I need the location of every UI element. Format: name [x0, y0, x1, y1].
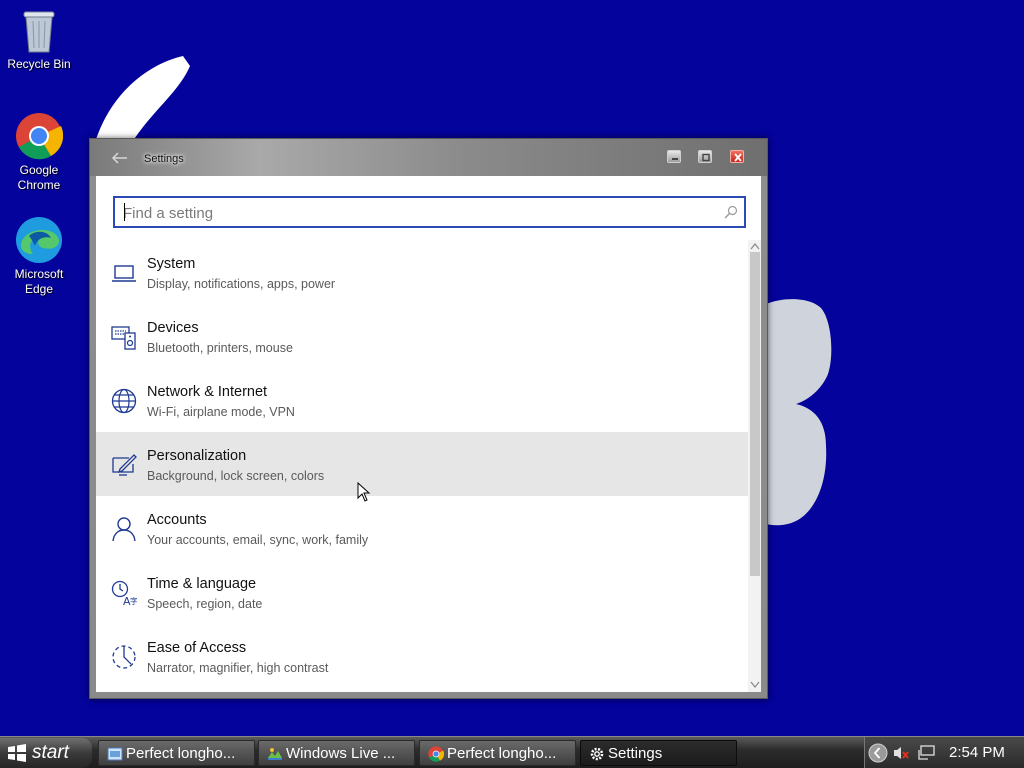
chrome-icon: [428, 746, 444, 762]
category-name: System: [147, 256, 196, 272]
personalization-icon: [112, 454, 137, 476]
category-description: Narrator, magnifier, high contrast: [147, 661, 329, 675]
category-name: Time & language: [147, 576, 257, 592]
search-box[interactable]: [113, 196, 746, 228]
taskbar-button-label: Perfect longho...: [126, 745, 236, 762]
taskbar-button-windows-live[interactable]: Windows Live ...: [258, 740, 415, 766]
edge-icon: [16, 217, 62, 263]
taskbar-button-label: Settings: [608, 745, 663, 762]
text-caret: [124, 203, 125, 221]
minimize-button[interactable]: [667, 150, 681, 163]
back-arrow-icon[interactable]: [110, 150, 128, 166]
globe-icon: [111, 388, 137, 414]
close-button[interactable]: [730, 150, 744, 163]
taskbar-button-label: Perfect longho...: [447, 745, 557, 762]
laptop-icon: [112, 265, 136, 282]
person-icon: [112, 517, 136, 542]
category-description: Display, notifications, apps, power: [147, 277, 336, 291]
desktop-icon-label: Microsoft Edge: [14, 267, 64, 296]
volume-muted-icon[interactable]: [893, 745, 911, 761]
scrollbar-thumb[interactable]: [750, 252, 760, 576]
category-system[interactable]: System Display, notifications, apps, pow…: [96, 240, 748, 304]
start-button[interactable]: start: [0, 738, 92, 768]
search-icon[interactable]: [724, 205, 738, 219]
category-description: Wi-Fi, airplane mode, VPN: [147, 405, 295, 419]
ease-of-access-icon: [112, 645, 136, 669]
minimize-icon: [672, 158, 678, 160]
taskbar-button-perfect-longhorn-2[interactable]: Perfect longho...: [419, 740, 576, 766]
maximize-button[interactable]: [698, 150, 712, 163]
taskbar: start Perfect longho... Windows Live ...…: [0, 736, 1024, 768]
category-description: Your accounts, email, sync, work, family: [147, 533, 369, 547]
settings-category-list: System Display, notifications, apps, pow…: [96, 240, 748, 688]
chevron-left-icon[interactable]: [868, 743, 888, 763]
category-description: Bluetooth, printers, mouse: [147, 341, 293, 355]
scroll-up-arrow-icon[interactable]: [750, 242, 760, 250]
desktop-icon-microsoft-edge[interactable]: Microsoft Edge: [2, 216, 76, 297]
clock[interactable]: 2:54 PM: [949, 744, 1005, 761]
search-input[interactable]: [123, 203, 713, 223]
category-description: Background, lock screen, colors: [147, 469, 325, 483]
desktop-icon-google-chrome[interactable]: Google Chrome: [2, 112, 76, 193]
mouse-cursor-icon: [357, 482, 371, 502]
settings-content: System Display, notifications, apps, pow…: [96, 176, 761, 692]
desktop-icon-recycle-bin[interactable]: Recycle Bin: [2, 6, 76, 72]
gear-icon: [590, 747, 604, 761]
taskbar-button-perfect-longhorn-1[interactable]: Perfect longho...: [98, 740, 255, 766]
category-accounts[interactable]: Accounts Your accounts, email, sync, wor…: [96, 496, 748, 560]
network-icon[interactable]: [918, 745, 936, 761]
time-language-icon: A 字: [111, 580, 137, 606]
taskbar-button-label: Windows Live ...: [286, 745, 396, 762]
taskbar-button-settings[interactable]: Settings: [580, 740, 737, 766]
category-name: Network & Internet: [147, 384, 268, 400]
category-network-internet[interactable]: Network & Internet Wi-Fi, airplane mode,…: [96, 368, 748, 432]
photo-gallery-icon: [268, 748, 282, 760]
start-label: start: [32, 742, 69, 763]
category-devices[interactable]: Devices Bluetooth, printers, mouse: [96, 304, 748, 368]
chrome-icon: [16, 113, 63, 160]
category-ease-of-access[interactable]: Ease of Access Narrator, magnifier, high…: [96, 624, 748, 688]
category-personalization[interactable]: Personalization Background, lock screen,…: [96, 432, 748, 496]
windows-logo-icon: [8, 744, 26, 762]
document-icon: [107, 747, 123, 761]
category-name: Ease of Access: [147, 640, 247, 656]
scroll-down-arrow-icon[interactable]: [750, 681, 760, 689]
category-name: Devices: [147, 320, 199, 336]
recycle-bin-icon: [23, 11, 55, 53]
title-bar[interactable]: Settings: [90, 139, 767, 176]
window-title: Settings: [144, 153, 184, 165]
svg-text:字: 字: [130, 596, 137, 606]
category-description: Speech, region, date: [147, 597, 263, 611]
system-tray: 2:54 PM: [864, 737, 1024, 768]
desktop-icon-label: Recycle Bin: [7, 57, 71, 71]
desktop-icon-label: Google Chrome: [17, 163, 61, 192]
category-name: Accounts: [147, 512, 207, 528]
close-icon: [734, 153, 742, 162]
settings-window: Settings System: [89, 138, 768, 699]
category-time-language[interactable]: A 字 Time & language Speech, region, date: [96, 560, 748, 624]
wallpaper-shape: [766, 299, 832, 526]
vertical-scrollbar[interactable]: [748, 240, 761, 692]
devices-icon: [111, 326, 136, 350]
maximize-icon: [702, 153, 710, 162]
category-name: Personalization: [147, 448, 247, 464]
